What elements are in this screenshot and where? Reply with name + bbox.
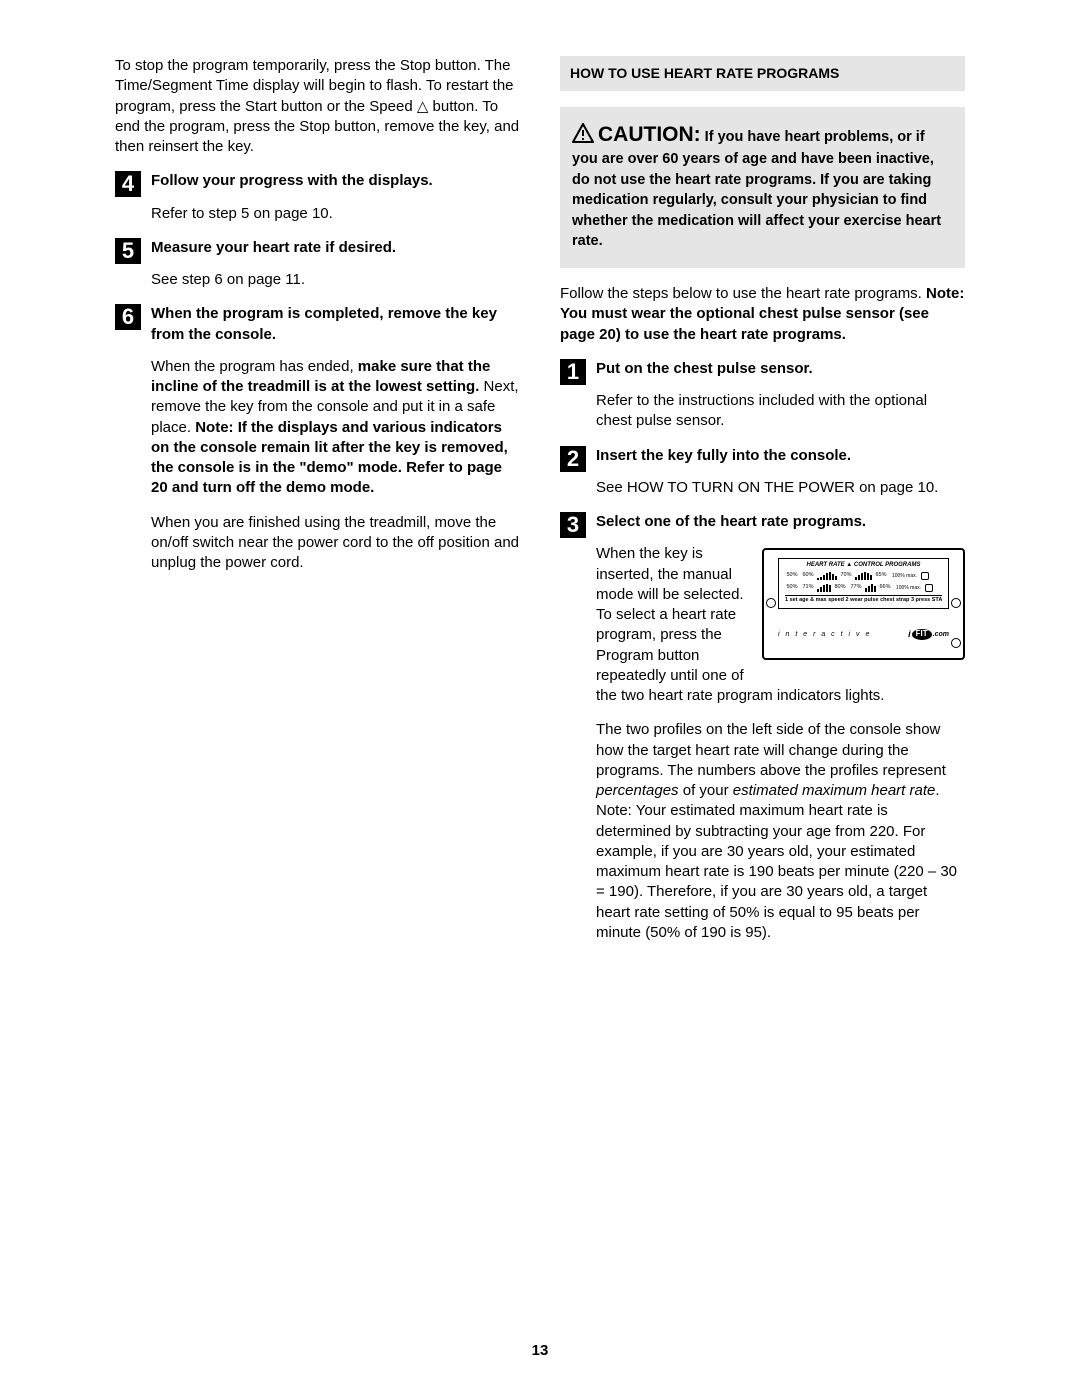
step-number-badge: 4: [115, 171, 141, 197]
hr-step-2-body: See HOW TO TURN ON THE POWER on page 10.: [596, 478, 965, 498]
hr-step-3-title: Select one of the heart rate programs.: [596, 512, 965, 532]
console-button-right: [951, 598, 961, 608]
warning-icon: [572, 123, 594, 143]
step-number-badge: 2: [560, 446, 586, 472]
interactive-label: i n t e r a c t i v e: [778, 630, 871, 639]
console-figure: HEART RATE ▲ CONTROL PROGRAMS 50% 60% 70…: [762, 548, 965, 660]
page-number: 13: [0, 1341, 1080, 1361]
hr-step-3-body-2: The two profiles on the left side of the…: [596, 720, 965, 943]
step-5-title: Measure your heart rate if desired.: [151, 238, 520, 258]
step-6: 6 When the program is completed, remove …: [115, 304, 520, 573]
hr-step-3: 3 Select one of the heart rate programs.…: [560, 512, 965, 943]
hr-step-2: 2 Insert the key fully into the console.…: [560, 446, 965, 499]
step-number-badge: 6: [115, 304, 141, 330]
program-indicator-icon: [921, 572, 929, 580]
console-button-left: [766, 598, 776, 608]
hr-step-1: 1 Put on the chest pulse sensor. Refer t…: [560, 359, 965, 432]
hr-step-1-body: Refer to the instructions included with …: [596, 391, 965, 432]
hr-step-2-title: Insert the key fully into the console.: [596, 446, 965, 466]
console-instruction-line: 1 set age & max speed 2 wear pulse chest…: [785, 595, 942, 604]
step-4-title: Follow your progress with the displays.: [151, 171, 520, 191]
section-header: HOW TO USE HEART RATE PROGRAMS: [560, 56, 965, 91]
step-number-badge: 5: [115, 238, 141, 264]
program-indicator-icon: [925, 584, 933, 592]
intro-paragraph: To stop the program temporarily, press t…: [115, 56, 520, 157]
hr-step-1-title: Put on the chest pulse sensor.: [596, 359, 965, 379]
console-profile-row-1: 50% 60% 70% 65% 100% max.: [785, 571, 942, 580]
step-6-body-1: When the program has ended, make sure th…: [151, 357, 520, 499]
step-5-body: See step 6 on page 11.: [151, 270, 520, 290]
ifit-logo-icon: iFIT.com: [908, 628, 949, 640]
step-4-body: Refer to step 5 on page 10.: [151, 204, 520, 224]
console-title: HEART RATE ▲ CONTROL PROGRAMS: [785, 561, 942, 569]
step-6-body-2: When you are finished using the treadmil…: [151, 513, 520, 574]
console-button-right-2: [951, 638, 961, 648]
caution-box: CAUTION: If you have heart problems, or …: [560, 107, 965, 268]
console-profile-row-2: 50% 71% 80% 77% 66% 100% max.: [785, 583, 942, 592]
hr-intro: Follow the steps below to use the heart …: [560, 284, 965, 345]
step-number-badge: 1: [560, 359, 586, 385]
step-number-badge: 3: [560, 512, 586, 538]
caution-text: If you have heart problems, or if you ar…: [572, 129, 941, 250]
caution-label: CAUTION:: [598, 123, 701, 146]
step-5: 5 Measure your heart rate if desired. Se…: [115, 238, 520, 291]
step-6-title: When the program is completed, remove th…: [151, 304, 520, 345]
step-4: 4 Follow your progress with the displays…: [115, 171, 520, 224]
